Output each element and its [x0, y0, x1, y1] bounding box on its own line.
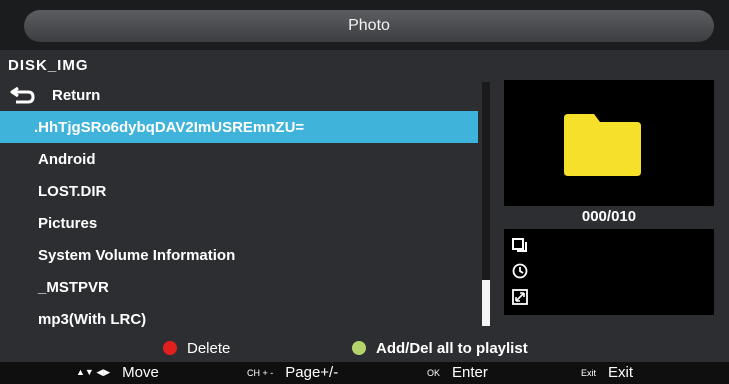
- page-title: Photo: [24, 10, 714, 42]
- file-item-label: mp3(With LRC): [38, 310, 147, 328]
- file-item-label: System Volume Information: [38, 246, 236, 264]
- exit-key-icon: Exit: [581, 367, 597, 378]
- playlist-hint-label: Add/Del all to playlist: [376, 339, 528, 357]
- clock-icon: [512, 263, 528, 279]
- file-item[interactable]: LOST.DIR: [0, 175, 478, 207]
- move-label: Move: [122, 364, 159, 381]
- file-item-label: .HhTjgSRo6dybqDAV2ImUSREmnZU=: [34, 118, 305, 136]
- file-item-label: Android: [38, 150, 96, 168]
- playlist-hint[interactable]: Add/Del all to playlist: [352, 340, 528, 357]
- file-item[interactable]: Pictures: [0, 207, 478, 239]
- file-item[interactable]: .HhTjgSRo6dybqDAV2ImUSREmnZU=: [0, 111, 478, 143]
- exit-label: Exit: [608, 364, 634, 381]
- return-item[interactable]: Return: [0, 79, 478, 111]
- hint-bar: Delete Add/Del all to playlist: [0, 336, 729, 360]
- channel-key-icon: CH + -: [247, 367, 274, 378]
- enter-hint: OK Enter: [427, 364, 488, 381]
- ok-key-icon: OK: [427, 367, 441, 378]
- return-arrow-icon: [10, 86, 38, 104]
- file-item[interactable]: mp3(With LRC): [0, 303, 478, 335]
- page-label: Page+/-: [285, 364, 339, 381]
- folder-icon: [564, 114, 641, 176]
- scrollbar[interactable]: [482, 82, 490, 326]
- file-item[interactable]: Android: [0, 143, 478, 175]
- return-label: Return: [52, 86, 101, 104]
- file-list: Return .HhTjgSRo6dybqDAV2ImUSREmnZU= And…: [0, 79, 478, 335]
- file-info-panel: [504, 229, 714, 315]
- page-hint: CH + - Page+/-: [247, 364, 338, 381]
- move-hint: ▲▼ ◀▶ Move: [76, 364, 159, 381]
- size-icon: [512, 238, 527, 252]
- file-counter: 000/010: [581, 208, 637, 225]
- file-item-label: LOST.DIR: [38, 182, 107, 200]
- resolution-icon: [512, 289, 528, 305]
- green-button-icon: [352, 341, 366, 355]
- file-item[interactable]: System Volume Information: [0, 239, 478, 271]
- exit-hint[interactable]: Exit Exit: [581, 364, 633, 381]
- file-item-label: Pictures: [38, 214, 98, 232]
- red-button-icon: [163, 341, 177, 355]
- enter-label: Enter: [452, 364, 488, 381]
- preview-panel: [504, 80, 714, 206]
- current-directory-label: DISK_IMG: [8, 57, 89, 74]
- navigation-bar: ▲▼ ◀▶ Move CH + - Page+/- OK Enter Exit …: [0, 362, 729, 384]
- arrow-keys-icon: ▲▼ ◀▶: [76, 367, 111, 377]
- delete-hint[interactable]: Delete: [163, 340, 230, 357]
- file-item[interactable]: _MSTPVR: [0, 271, 478, 303]
- delete-hint-label: Delete: [187, 339, 231, 357]
- file-item-label: _MSTPVR: [38, 278, 109, 296]
- scrollbar-thumb[interactable]: [482, 280, 490, 326]
- title-bar: Photo: [0, 0, 729, 50]
